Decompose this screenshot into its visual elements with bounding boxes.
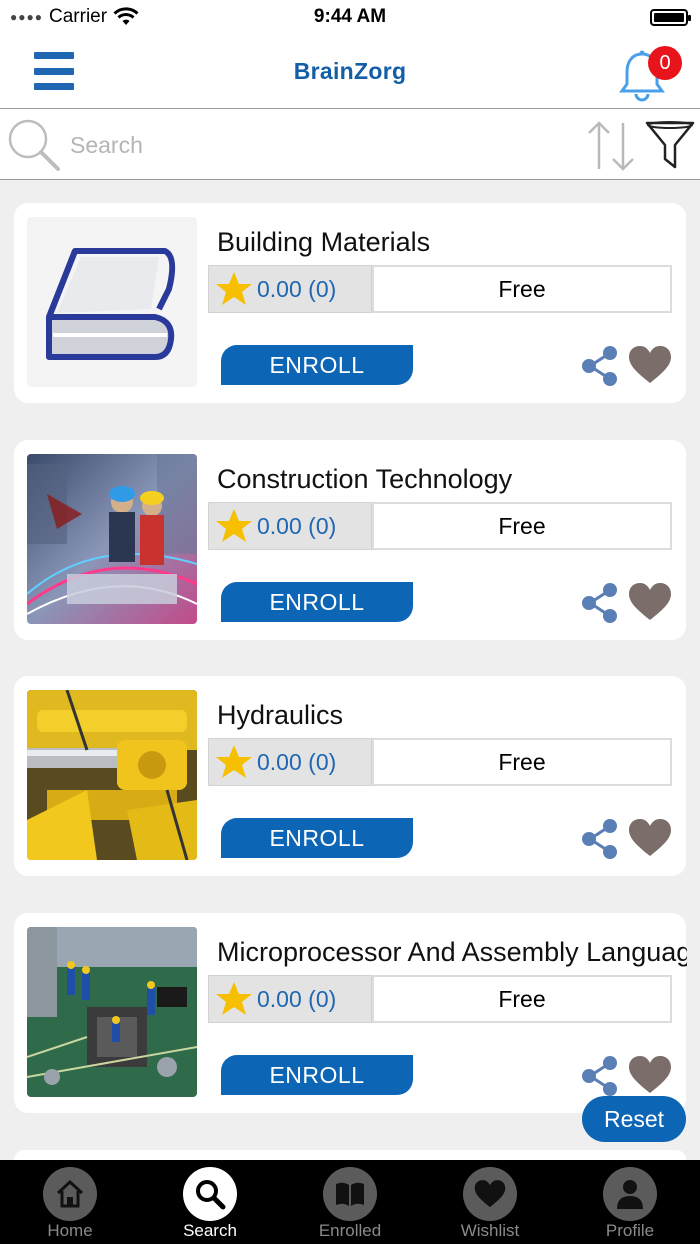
tab-label: Enrolled <box>318 1221 382 1240</box>
price-label: Free <box>372 738 672 786</box>
share-icon[interactable] <box>580 345 620 387</box>
search-icon <box>196 1180 226 1210</box>
heart-icon <box>474 1180 506 1208</box>
battery-icon <box>650 9 691 26</box>
search-bar <box>0 108 700 180</box>
home-icon <box>56 1179 84 1208</box>
heart-icon[interactable] <box>628 345 672 385</box>
rating-value: 0.00 (0) <box>257 985 337 1012</box>
app-title: BrainZorg <box>293 58 407 84</box>
magnifier-icon <box>8 119 60 171</box>
rating-box: 0.00 (0) <box>208 738 372 786</box>
tab-label: Wishlist <box>460 1221 520 1240</box>
status-bar: ●●●● Carrier 9:44 AM <box>0 0 700 34</box>
reset-button[interactable]: Reset <box>582 1096 686 1142</box>
construction-photo-icon <box>27 454 197 624</box>
course-title: Microprocessor And Assembly Language <box>217 937 687 967</box>
heart-icon[interactable] <box>628 818 672 858</box>
price-label: Free <box>372 265 672 313</box>
course-thumbnail <box>27 454 197 624</box>
share-icon[interactable] <box>580 818 620 860</box>
notification-button[interactable]: 0 <box>618 44 684 104</box>
funnel-icon[interactable] <box>644 117 696 173</box>
star-icon <box>216 272 252 305</box>
course-thumbnail <box>27 927 197 1097</box>
course-thumbnail <box>27 690 197 860</box>
tab-label: Search <box>183 1221 237 1240</box>
person-icon <box>617 1180 643 1209</box>
share-icon[interactable] <box>580 1055 620 1097</box>
course-card[interactable]: Microprocessor And Assembly Language 0.0… <box>14 913 687 1113</box>
enroll-button[interactable]: ENROLL <box>221 818 413 858</box>
tab-profile[interactable]: Profile <box>560 1160 700 1244</box>
course-card[interactable]: Building Materials 0.00 (0) Free ENROLL <box>14 203 686 403</box>
tab-enrolled-circle <box>323 1167 377 1221</box>
star-icon <box>216 509 252 542</box>
tab-enrolled[interactable]: Enrolled <box>280 1160 420 1244</box>
tab-wishlist-circle <box>463 1167 517 1221</box>
tab-label: Profile <box>605 1221 655 1240</box>
book-icon <box>336 1182 364 1206</box>
search-input[interactable] <box>70 127 550 163</box>
enroll-button[interactable]: ENROLL <box>221 1055 413 1095</box>
tab-wishlist[interactable]: Wishlist <box>420 1160 560 1244</box>
tab-profile-circle <box>603 1167 657 1221</box>
app-header: BrainZorg 0 <box>0 34 700 108</box>
course-thumbnail <box>27 217 197 387</box>
share-icon[interactable] <box>580 582 620 624</box>
status-time: 9:44 AM <box>313 6 387 27</box>
notification-badge: 0 <box>648 46 682 80</box>
course-card[interactable]: Construction Technology 0.00 (0) Free EN… <box>14 440 686 640</box>
tab-search[interactable]: Search <box>140 1160 280 1244</box>
tab-home[interactable]: Home <box>0 1160 140 1244</box>
price-label: Free <box>372 975 672 1023</box>
hydraulics-photo-icon <box>27 690 197 860</box>
tab-search-circle <box>183 1167 237 1221</box>
enroll-button[interactable]: ENROLL <box>221 582 413 622</box>
rating-box: 0.00 (0) <box>208 975 372 1023</box>
star-icon <box>216 982 252 1015</box>
rating-value: 0.00 (0) <box>257 512 337 539</box>
course-title: Building Materials <box>217 227 431 257</box>
rating-value: 0.00 (0) <box>257 275 337 302</box>
heart-icon[interactable] <box>628 1055 672 1095</box>
enroll-button[interactable]: ENROLL <box>221 345 413 385</box>
circuit-board-photo-icon <box>27 927 197 1097</box>
star-icon <box>216 745 252 778</box>
course-title: Construction Technology <box>217 464 513 494</box>
book-logo-icon <box>27 217 197 387</box>
rating-value: 0.00 (0) <box>257 748 337 775</box>
course-title: Hydraulics <box>217 700 344 730</box>
rating-box: 0.00 (0) <box>208 502 372 550</box>
tab-bar: Home Search Enrolled Wishlist Profile <box>0 1160 700 1244</box>
course-card[interactable]: Hydraulics 0.00 (0) Free ENROLL <box>14 676 686 876</box>
tab-label: Home <box>47 1221 93 1240</box>
rating-box: 0.00 (0) <box>208 265 372 313</box>
sort-icon[interactable] <box>583 117 639 173</box>
price-label: Free <box>372 502 672 550</box>
tab-home-circle <box>43 1167 97 1221</box>
heart-icon[interactable] <box>628 582 672 622</box>
